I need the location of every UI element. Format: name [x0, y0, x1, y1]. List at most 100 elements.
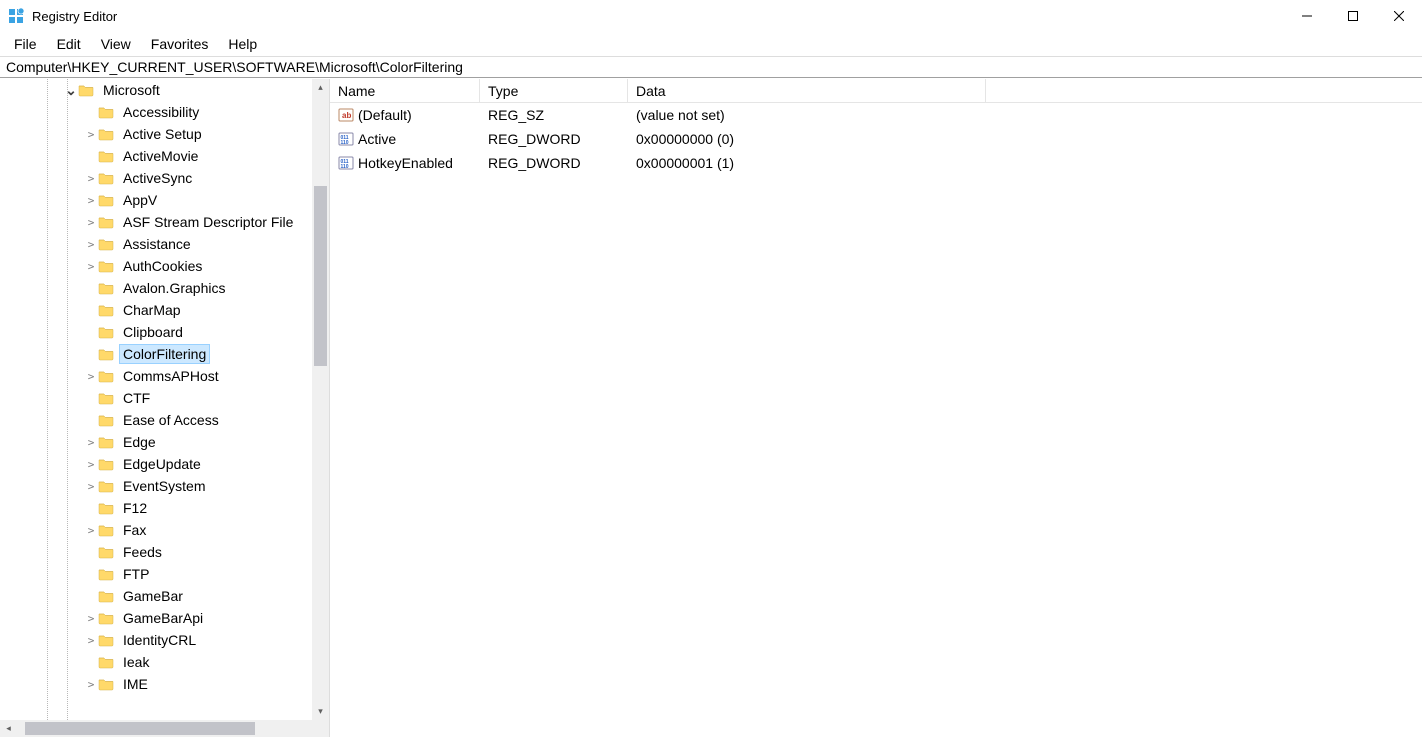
- tree-item[interactable]: >ActiveSync: [0, 167, 329, 189]
- tree-item-label: Fax: [120, 521, 149, 539]
- scroll-down-arrow-icon[interactable]: ▾: [312, 703, 329, 720]
- values-header: Name Type Data: [330, 79, 1422, 103]
- maximize-button[interactable]: [1330, 0, 1376, 32]
- minimize-button[interactable]: [1284, 0, 1330, 32]
- chevron-right-icon[interactable]: >: [84, 436, 98, 449]
- value-row[interactable]: 011110ActiveREG_DWORD0x00000000 (0): [330, 127, 1422, 151]
- column-header-type[interactable]: Type: [480, 79, 628, 102]
- chevron-right-icon[interactable]: >: [84, 172, 98, 185]
- scroll-thumb[interactable]: [314, 186, 327, 366]
- chevron-right-icon[interactable]: >: [84, 370, 98, 383]
- scroll-up-arrow-icon[interactable]: ▴: [312, 79, 329, 96]
- chevron-right-icon[interactable]: >: [84, 458, 98, 471]
- column-header-name[interactable]: Name: [330, 79, 480, 102]
- folder-icon: [98, 677, 114, 691]
- tree-item[interactable]: >EdgeUpdate: [0, 453, 329, 475]
- tree-item[interactable]: >EventSystem: [0, 475, 329, 497]
- tree-item[interactable]: ColorFiltering: [0, 343, 329, 365]
- menu-favorites[interactable]: Favorites: [141, 34, 219, 54]
- tree-item-label: ColorFiltering: [120, 345, 209, 363]
- main-split: ⌄MicrosoftAccessibility>Active SetupActi…: [0, 78, 1422, 737]
- tree-item[interactable]: Accessibility: [0, 101, 329, 123]
- tree-item[interactable]: F12: [0, 497, 329, 519]
- window-controls: [1284, 0, 1422, 32]
- chevron-right-icon[interactable]: >: [84, 612, 98, 625]
- value-data: (value not set): [628, 107, 986, 123]
- menu-file[interactable]: File: [4, 34, 47, 54]
- chevron-right-icon[interactable]: >: [84, 238, 98, 251]
- folder-icon: [98, 611, 114, 625]
- folder-icon: [98, 435, 114, 449]
- close-button[interactable]: [1376, 0, 1422, 32]
- reg-dword-icon: 011110: [338, 155, 354, 171]
- folder-icon: [98, 633, 114, 647]
- tree-item-label: Ease of Access: [120, 411, 222, 429]
- scroll-thumb-h[interactable]: [25, 722, 255, 735]
- scroll-track-h[interactable]: [17, 720, 312, 737]
- tree-item[interactable]: >GameBarApi: [0, 607, 329, 629]
- tree-item[interactable]: Clipboard: [0, 321, 329, 343]
- tree-vertical-scrollbar[interactable]: ▴ ▾: [312, 79, 329, 720]
- tree-item[interactable]: ActiveMovie: [0, 145, 329, 167]
- value-type: REG_DWORD: [480, 155, 628, 171]
- tree-item[interactable]: GameBar: [0, 585, 329, 607]
- tree-item[interactable]: >AppV: [0, 189, 329, 211]
- tree-item[interactable]: >CommsAPHost: [0, 365, 329, 387]
- chevron-right-icon[interactable]: >: [84, 480, 98, 493]
- tree-item-label: Microsoft: [100, 81, 163, 99]
- tree-item[interactable]: >IdentityCRL: [0, 629, 329, 651]
- values-body[interactable]: ab(Default)REG_SZ(value not set)011110Ac…: [330, 103, 1422, 737]
- column-header-data[interactable]: Data: [628, 79, 986, 102]
- tree-item[interactable]: ⌄ Microsoft: [0, 79, 329, 101]
- tree-item[interactable]: >Edge: [0, 431, 329, 453]
- tree-item[interactable]: Ieak: [0, 651, 329, 673]
- folder-icon: [98, 479, 114, 493]
- menu-view[interactable]: View: [91, 34, 141, 54]
- chevron-right-icon[interactable]: >: [84, 194, 98, 207]
- tree-item[interactable]: > AuthCookies: [0, 255, 329, 277]
- tree-item[interactable]: Feeds: [0, 541, 329, 563]
- menu-edit[interactable]: Edit: [47, 34, 91, 54]
- scroll-track[interactable]: [312, 96, 329, 703]
- tree-item[interactable]: >Assistance: [0, 233, 329, 255]
- address-bar[interactable]: Computer\HKEY_CURRENT_USER\SOFTWARE\Micr…: [0, 56, 1422, 78]
- value-type: REG_SZ: [480, 107, 628, 123]
- regedit-icon: [8, 8, 24, 24]
- tree-item[interactable]: > Fax: [0, 519, 329, 541]
- tree-item[interactable]: FTP: [0, 563, 329, 585]
- folder-icon: [98, 281, 114, 295]
- value-row[interactable]: 011110HotkeyEnabledREG_DWORD0x00000001 (…: [330, 151, 1422, 175]
- menu-help[interactable]: Help: [218, 34, 267, 54]
- reg-dword-icon: 011110: [338, 131, 354, 147]
- value-name: Active: [358, 131, 396, 147]
- tree-item[interactable]: >ASF Stream Descriptor File: [0, 211, 329, 233]
- tree-item-label: CTF: [120, 389, 153, 407]
- folder-icon: [98, 501, 114, 515]
- tree-horizontal-scrollbar[interactable]: ◂ ▸: [0, 720, 329, 737]
- chevron-right-icon[interactable]: >: [84, 216, 98, 229]
- tree-item-label: IME: [120, 675, 151, 693]
- tree-item[interactable]: >Active Setup: [0, 123, 329, 145]
- folder-icon: [98, 149, 114, 163]
- chevron-right-icon[interactable]: >: [84, 634, 98, 647]
- tree-item-label: AuthCookies: [120, 257, 205, 275]
- tree-item[interactable]: > IME: [0, 673, 329, 695]
- column-header-extra[interactable]: [986, 79, 1422, 102]
- chevron-right-icon[interactable]: >: [84, 260, 98, 273]
- folder-icon: [78, 83, 94, 97]
- scroll-left-arrow-icon[interactable]: ◂: [0, 720, 17, 737]
- value-row[interactable]: ab(Default)REG_SZ(value not set): [330, 103, 1422, 127]
- tree-item[interactable]: Ease of Access: [0, 409, 329, 431]
- folder-icon: [98, 567, 114, 581]
- tree-item[interactable]: CTF: [0, 387, 329, 409]
- tree-item[interactable]: CharMap: [0, 299, 329, 321]
- values-pane: Name Type Data ab(Default)REG_SZ(value n…: [330, 79, 1422, 737]
- tree-item[interactable]: Avalon.Graphics: [0, 277, 329, 299]
- tree-content[interactable]: ⌄ Microsoft Accessibility>Active SetupActi…: [0, 79, 329, 695]
- chevron-down-icon[interactable]: ⌄: [64, 82, 78, 99]
- scroll-corner: [312, 720, 329, 737]
- chevron-right-icon[interactable]: >: [84, 678, 98, 691]
- chevron-right-icon[interactable]: >: [84, 128, 98, 141]
- folder-icon: [98, 193, 114, 207]
- chevron-right-icon[interactable]: >: [84, 524, 98, 537]
